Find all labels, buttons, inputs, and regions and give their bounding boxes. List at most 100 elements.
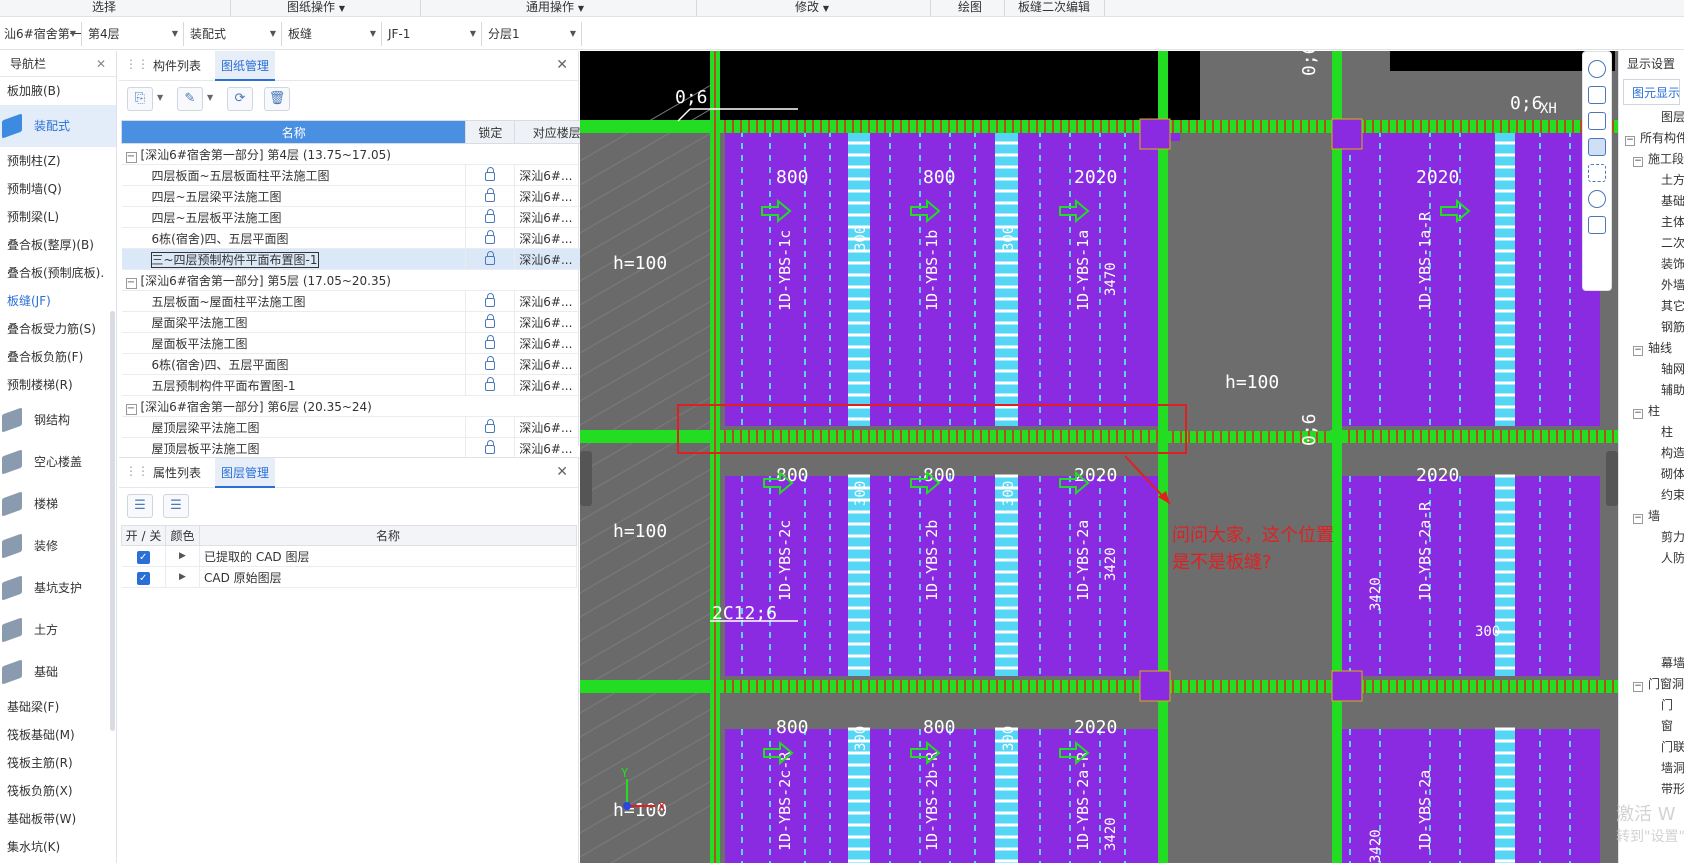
display-item-25[interactable]: 幕墙 xyxy=(1619,653,1684,674)
display-item-11[interactable]: 轴网 xyxy=(1619,359,1684,380)
drawing-name-cell[interactable]: 四层~五层板平法施工图 xyxy=(121,206,467,228)
layer-visible-checkbox[interactable]: ✓ xyxy=(136,550,150,564)
nav-group-17[interactable]: 基础 xyxy=(0,651,116,693)
col-lock[interactable]: 锁定 xyxy=(465,120,516,144)
orbit-view-icon[interactable] xyxy=(1588,60,1606,78)
nav-item-23[interactable]: 集水坑(K) xyxy=(0,833,116,861)
cad-drawing[interactable]: 1D-YBS-1c 800 1D-YBS-1b 800 1D-YBS-1a 2020 1D-… xyxy=(580,51,1618,863)
display-item-15[interactable]: 构造 xyxy=(1619,443,1684,464)
col-layer-name[interactable]: 名称 xyxy=(199,525,577,546)
drag-handle-icon[interactable]: ⋮⋮ xyxy=(125,57,149,71)
element-select[interactable]: JF-1 ▼ xyxy=(384,22,482,46)
cad-canvas[interactable]: 1D-YBS-1c 800 1D-YBS-1b 800 1D-YBS-1a 2020 1D-… xyxy=(580,51,1618,863)
top-view-icon[interactable] xyxy=(1588,112,1606,130)
nav-item-6[interactable]: 叠合板(预制底板). xyxy=(0,259,116,287)
drawing-name-cell[interactable]: 三~四层预制构件平面布置图-1 xyxy=(121,248,467,270)
layer-visible-checkbox[interactable]: ✓ xyxy=(136,571,150,585)
lock-icon[interactable] xyxy=(485,167,496,181)
drag-handle-icon[interactable]: ⋮⋮ xyxy=(125,464,149,478)
nav-item-8[interactable]: 叠合板受力筋(S) xyxy=(0,315,116,343)
edit-drawing-icon[interactable]: ✎ xyxy=(177,87,203,111)
table-row[interactable]: − [深汕6#宿舍第一部分] 第6层 (20.35~24) xyxy=(121,395,608,417)
layer-row[interactable]: ✓ ▶ CAD 原始图层 xyxy=(121,566,577,588)
nav-item-20[interactable]: 筏板主筋(R) xyxy=(0,749,116,777)
nav-item-4[interactable]: 预制梁(L) xyxy=(0,203,116,231)
lock-icon[interactable] xyxy=(485,293,496,307)
drawing-name-cell[interactable]: 屋面梁平法施工图 xyxy=(121,311,467,333)
lock-cell[interactable] xyxy=(465,416,516,438)
display-item-18[interactable]: − 墙 xyxy=(1619,506,1684,527)
add-drawing-icon[interactable]: ⎘ xyxy=(127,87,153,111)
table-row[interactable]: 6栋(宿舍)四、五层平面图 深汕6#... xyxy=(121,227,608,249)
nav-item-19[interactable]: 筏板基础(M) xyxy=(0,721,116,749)
table-row[interactable]: 6栋(宿舍)四、五层平面图 深汕6#... xyxy=(121,353,608,375)
lock-cell[interactable] xyxy=(465,374,516,396)
table-row[interactable]: 四层板面~五层板面柱平法施工图 深汕6#... xyxy=(121,164,608,186)
drawing-name-cell[interactable]: 6栋(宿舍)四、五层平面图 xyxy=(121,227,467,249)
display-item-10[interactable]: − 轴线 xyxy=(1619,338,1684,359)
3d-view-icon[interactable] xyxy=(1588,86,1606,104)
display-item-14[interactable]: 柱 xyxy=(1619,422,1684,443)
drawing-name-cell[interactable]: 屋面板平法施工图 xyxy=(121,332,467,354)
close-icon[interactable]: ✕ xyxy=(556,464,568,480)
menu-select[interactable]: 选择 xyxy=(92,0,116,17)
display-item-16[interactable]: 砌体 xyxy=(1619,464,1684,485)
collapse-icon[interactable]: − xyxy=(125,277,137,289)
collapse-icon[interactable]: − xyxy=(1633,682,1643,692)
nav-item-0[interactable]: 板加腋(B) xyxy=(0,77,116,105)
display-item-20[interactable]: 人防 xyxy=(1619,548,1684,569)
lock-icon[interactable] xyxy=(485,209,496,223)
display-item-31[interactable]: 带形 xyxy=(1619,779,1684,800)
nav-group-15[interactable]: 基坑支护 xyxy=(0,567,116,609)
nav-item-18[interactable]: 基础梁(F) xyxy=(0,693,116,721)
lock-cell[interactable] xyxy=(465,227,516,249)
close-icon[interactable]: ✕ xyxy=(556,57,568,73)
display-item-21[interactable] xyxy=(1619,569,1684,590)
col-color[interactable]: 颜色 xyxy=(165,525,200,546)
nav-item-7[interactable]: 板缝(JF) xyxy=(0,287,116,315)
display-item-19[interactable]: 剪力 xyxy=(1619,527,1684,548)
drawing-name-cell[interactable]: 五层板面~屋面柱平法施工图 xyxy=(121,290,467,312)
lock-cell[interactable] xyxy=(465,185,516,207)
display-item-3[interactable]: 基础 xyxy=(1619,191,1684,212)
cube-view-icon[interactable] xyxy=(1588,138,1606,156)
collapse-icon[interactable]: − xyxy=(125,403,137,415)
type-select[interactable]: 板缝 ▼ xyxy=(284,22,382,46)
table-row[interactable]: 五层板面~屋面柱平法施工图 深汕6#... xyxy=(121,290,608,312)
display-item-4[interactable]: 主体 xyxy=(1619,212,1684,233)
lock-cell[interactable] xyxy=(465,332,516,354)
table-row[interactable]: 三~四层预制构件平面布置图-1 深汕6#... xyxy=(121,248,607,270)
drawing-name-cell[interactable]: 四层~五层梁平法施工图 xyxy=(121,185,467,207)
tab-component-list[interactable]: 构件列表 xyxy=(147,51,207,81)
nav-group-11[interactable]: 钢结构 xyxy=(0,399,116,441)
tab-property-list[interactable]: 属性列表 xyxy=(147,458,207,488)
lock-icon[interactable] xyxy=(485,377,496,391)
nav-item-5[interactable]: 叠合板(整厚)(B) xyxy=(0,231,116,259)
lock-cell[interactable] xyxy=(465,290,516,312)
nav-item-21[interactable]: 筏板负筋(X) xyxy=(0,777,116,805)
display-item-17[interactable]: 约束 xyxy=(1619,485,1684,506)
col-name[interactable]: 名称 xyxy=(120,120,467,144)
display-item-28[interactable]: 窗 xyxy=(1619,716,1684,737)
menu-seam-edit[interactable]: 板缝二次编辑 xyxy=(1018,0,1090,17)
lock-icon[interactable] xyxy=(485,335,496,349)
menu-modify[interactable]: 修改 ▼ xyxy=(795,0,829,17)
close-icon[interactable]: ✕ xyxy=(96,51,106,77)
lock-cell[interactable] xyxy=(465,164,516,186)
chevron-down-icon[interactable]: ▼ xyxy=(157,93,163,102)
collapse-icon[interactable]: − xyxy=(125,151,137,163)
menu-drawing-ops[interactable]: 图纸操作 ▼ xyxy=(287,0,345,17)
display-list-icon[interactable] xyxy=(1588,216,1606,234)
expand-icon[interactable]: ▶ xyxy=(165,545,200,567)
layer-hide-icon[interactable]: ☰ xyxy=(163,494,189,518)
floor-select[interactable]: 第4层 ▼ xyxy=(84,22,184,46)
nav-group-1[interactable]: 装配式 xyxy=(0,105,116,147)
drawing-name-cell[interactable]: 屋顶层板平法施工图 xyxy=(121,437,467,459)
layer-select[interactable]: 分层1 ▼ xyxy=(484,22,582,46)
lock-cell[interactable] xyxy=(465,248,516,270)
category-select[interactable]: 装配式 ▼ xyxy=(186,22,282,46)
table-row[interactable]: 四层~五层板平法施工图 深汕6#... xyxy=(121,206,608,228)
project-select[interactable]: 汕6#宿舍第一 ▼ xyxy=(0,22,82,46)
tab-drawing-management[interactable]: 图纸管理 xyxy=(215,51,276,81)
lock-icon[interactable] xyxy=(485,440,496,454)
